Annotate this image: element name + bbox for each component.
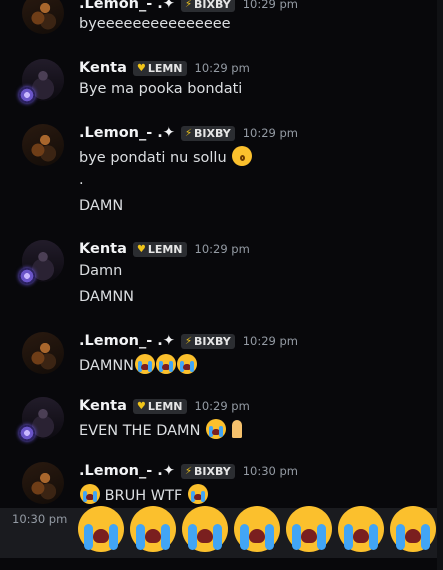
avatar-lemon[interactable] [22,332,64,374]
message-line: BRUH WTF [79,484,208,504]
message-line: bye pondati nu sollu [79,146,253,166]
lightning-icon: ⚡ [184,127,192,139]
avatar-decoration-icon [19,87,35,103]
message-header: .Lemon_- .✦ ⚡ BIXBY 10:30 pm [79,462,298,480]
message-header: Kenta ♥ LEMN 10:29 pm [79,59,250,77]
hover-timestamp: 10:30 pm [12,512,68,526]
avatar-kenta[interactable] [19,397,64,441]
loudly-crying-face-icon[interactable] [78,506,124,552]
message-header: Kenta ♥ LEMN 10:29 pm [79,240,250,258]
timestamp: 10:29 pm [242,126,299,140]
message-text: DAMNN [79,289,135,305]
timestamp: 10:29 pm [194,242,250,256]
loudly-crying-face-icon[interactable] [80,484,100,504]
heart-icon: ♥ [136,400,146,412]
lightning-icon: ⚡ [184,465,192,477]
avatar-kenta[interactable] [19,59,64,103]
guild-tag[interactable]: ⚡ BIXBY [180,463,235,479]
loudly-crying-face-icon[interactable] [234,506,280,552]
guild-tag[interactable]: ♥ LEMN [132,241,187,257]
avatar-lemon[interactable] [22,124,64,166]
message-text: bye pondati nu sollu [79,150,227,166]
guild-tag[interactable]: ⚡ BIXBY [180,0,235,12]
heart-icon: ♥ [136,243,146,255]
jumbo-emoji-row [78,506,442,552]
loudly-crying-face-icon[interactable] [177,354,198,374]
username[interactable]: .Lemon_- .✦ [79,333,175,349]
heart-icon: ♥ [136,62,146,74]
message-line: DAMNN [79,354,198,374]
avatar-decoration-icon [19,425,35,441]
message-text: DAMNN [79,358,135,374]
lightning-icon: ⚡ [184,335,192,347]
loudly-crying-face-icon[interactable] [286,506,332,552]
timestamp: 10:29 pm [242,334,299,348]
message-text: . [79,172,84,188]
message-header: .Lemon_- .✦ ⚡ BIXBY 10:29 pm [79,0,298,13]
avatar-lemon[interactable] [22,0,64,34]
timestamp: 10:29 pm [194,61,250,75]
loudly-crying-face-icon[interactable] [206,419,227,439]
loudly-crying-face-icon[interactable] [182,506,228,552]
username[interactable]: .Lemon_- .✦ [79,125,175,141]
avatar-kenta[interactable] [19,240,64,284]
chat-messages: .Lemon_- .✦ ⚡ BIXBY 10:29 pm byeeeeeeeeee… [0,0,443,570]
lightning-icon: ⚡ [184,0,192,10]
folded-hands-icon[interactable] [227,419,247,439]
loudly-crying-face-icon[interactable] [187,484,208,504]
username[interactable]: Kenta [79,241,127,257]
message-text: byeeeeeeeeeeeeeee [79,16,231,32]
username[interactable]: .Lemon_- .✦ [79,463,175,479]
message-header: Kenta ♥ LEMN 10:29 pm [79,397,250,415]
guild-tag[interactable]: ⚡ BIXBY [180,125,235,141]
guild-tag[interactable]: ⚡ BIXBY [180,333,235,349]
loudly-crying-face-icon[interactable] [130,506,176,552]
message-header: .Lemon_- .✦ ⚡ BIXBY 10:29 pm [79,124,298,142]
loudly-crying-face-icon[interactable] [338,506,384,552]
message-text: DAMN [79,198,124,214]
message-text: EVEN THE DAMN [79,423,201,439]
timestamp: 10:30 pm [242,464,299,478]
username[interactable]: .Lemon_- .✦ [79,0,175,12]
guild-tag[interactable]: ♥ LEMN [132,60,187,76]
message-text: BRUH WTF [104,488,183,504]
loudly-crying-face-icon[interactable] [135,354,156,374]
avatar-decoration-icon [19,268,35,284]
avatar-lemon[interactable] [22,462,64,504]
guild-tag[interactable]: ♥ LEMN [132,398,187,414]
kissing-face-icon[interactable] [232,146,253,166]
scrollbar-track[interactable] [437,0,443,570]
message-text: Damn [79,263,123,279]
loudly-crying-face-icon[interactable] [156,354,177,374]
message-header: .Lemon_- .✦ ⚡ BIXBY 10:29 pm [79,332,298,350]
message-line: EVEN THE DAMN [79,419,247,439]
timestamp: 10:29 pm [194,399,250,413]
timestamp: 10:29 pm [242,0,299,11]
username[interactable]: Kenta [79,398,127,414]
loudly-crying-face-icon[interactable] [390,506,436,552]
message-text: Bye ma pooka bondati [79,81,243,97]
username[interactable]: Kenta [79,60,127,76]
